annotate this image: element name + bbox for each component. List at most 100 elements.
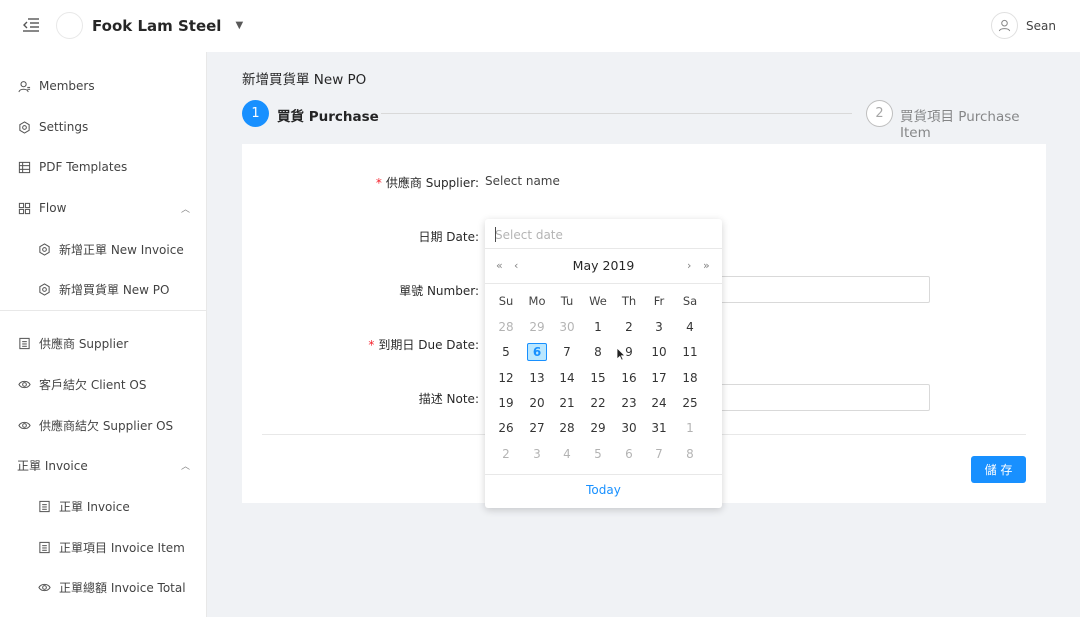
- weekday-header: Sa: [682, 294, 698, 308]
- calendar-day[interactable]: 15: [588, 369, 608, 387]
- sidebar: Members Settings PDF Templates Flow ︿ 新增…: [0, 52, 207, 617]
- sidebar-item-label: 供應商結欠 Supplier OS: [39, 418, 174, 433]
- sidebar-item-label: 新增正單 New Invoice: [59, 242, 184, 257]
- calendar-day[interactable]: 2: [619, 318, 639, 336]
- calendar-day-outside[interactable]: 30: [557, 318, 577, 336]
- sidebar-item-label: 正單 Invoice: [17, 458, 88, 473]
- calendar-day-outside[interactable]: 28: [496, 318, 516, 336]
- supplier-label: * 供應商 Supplier:: [375, 176, 479, 190]
- caret-down-icon: ▼: [235, 20, 244, 31]
- sidebar-item-client-os[interactable]: 客戶結欠 Client OS: [0, 364, 206, 404]
- user-avatar-icon: [991, 12, 1019, 39]
- sidebar-item-label: 正單總額 Invoice Total: [59, 580, 186, 595]
- step-connector: [381, 113, 852, 114]
- sidebar-item-new-invoice[interactable]: 新增正單 New Invoice: [0, 229, 206, 269]
- next-year-icon[interactable]: »: [703, 259, 710, 272]
- sidebar-item-invoice[interactable]: 正單 Invoice: [0, 486, 206, 526]
- sidebar-item-flow[interactable]: Flow ︿: [0, 188, 206, 228]
- calendar-day[interactable]: 21: [557, 394, 577, 412]
- sidebar-item-supplier[interactable]: 供應商 Supplier: [0, 323, 206, 363]
- sidebar-item-label: 客戶結欠 Client OS: [39, 377, 147, 392]
- calendar-day-selected[interactable]: 6: [527, 343, 547, 361]
- calendar-day-outside[interactable]: 6: [619, 445, 639, 463]
- calendar-day-outside[interactable]: 29: [527, 318, 547, 336]
- calendar-day[interactable]: 8: [588, 343, 608, 361]
- sidebar-item-supplier-os[interactable]: 供應商結欠 Supplier OS: [0, 405, 206, 445]
- calendar-day[interactable]: 3: [649, 318, 669, 336]
- step-2-number: 2: [866, 100, 893, 127]
- calendar-day[interactable]: 4: [680, 318, 700, 336]
- step-1-label: 買貨 Purchase: [277, 109, 379, 125]
- sidebar-item-pdf-templates[interactable]: PDF Templates: [0, 147, 206, 187]
- sidebar-item-label: 正單 Invoice: [59, 499, 130, 514]
- calendar-day-outside[interactable]: 1: [680, 419, 700, 437]
- mouse-cursor-icon: [616, 347, 626, 361]
- supplier-select[interactable]: Select name: [485, 174, 560, 188]
- calendar-day[interactable]: 18: [680, 369, 700, 387]
- next-month-icon[interactable]: ›: [687, 259, 691, 272]
- calendar-day[interactable]: 29: [588, 419, 608, 437]
- calendar-day[interactable]: 7: [557, 343, 577, 361]
- today-button[interactable]: Today: [485, 483, 722, 497]
- sidebar-group-invoice[interactable]: 正單 Invoice ︿: [0, 445, 206, 485]
- calendar-day-outside[interactable]: 3: [527, 445, 547, 463]
- calendar-day[interactable]: 22: [588, 394, 608, 412]
- calendar-day[interactable]: 27: [527, 419, 547, 437]
- weekday-header: Fr: [653, 294, 665, 308]
- gear-icon: [37, 242, 51, 256]
- step-2-label: 買貨項目 Purchase Item: [900, 109, 1020, 141]
- sidebar-item-label: PDF Templates: [39, 160, 128, 174]
- calendar-day[interactable]: 10: [649, 343, 669, 361]
- calendar-day[interactable]: 17: [649, 369, 669, 387]
- calendar-day-outside[interactable]: 7: [649, 445, 669, 463]
- sidebar-item-invoice-item[interactable]: 正單項目 Invoice Item: [0, 527, 206, 567]
- calendar-day[interactable]: 28: [557, 419, 577, 437]
- chevron-up-icon: ︿: [180, 204, 190, 215]
- calendar-day[interactable]: 31: [649, 419, 669, 437]
- document-icon: [37, 499, 51, 513]
- gear-icon: [17, 120, 31, 134]
- brand-logo: [56, 12, 83, 39]
- steps: 1 買貨 Purchase 2 買貨項目 Purchase Item: [242, 100, 1046, 141]
- step-1-number: 1: [242, 100, 269, 127]
- calendar-day[interactable]: 25: [680, 394, 700, 412]
- sidebar-item-new-po[interactable]: 新增買貨單 New PO: [0, 269, 206, 309]
- eye-icon: [37, 580, 51, 594]
- calendar-day[interactable]: 23: [619, 394, 639, 412]
- weekday-header: We: [589, 294, 607, 308]
- calendar-day[interactable]: 19: [496, 394, 516, 412]
- calendar-day[interactable]: 11: [680, 343, 700, 361]
- sidebar-item-label: Flow: [39, 201, 67, 215]
- calendar-day[interactable]: 16: [619, 369, 639, 387]
- calendar-day-outside[interactable]: 2: [496, 445, 516, 463]
- calendar-day[interactable]: 5: [496, 343, 516, 361]
- document-icon: [37, 540, 51, 554]
- calendar-day[interactable]: 13: [527, 369, 547, 387]
- calendar-day[interactable]: 30: [619, 419, 639, 437]
- weekday-header: Su: [498, 294, 514, 308]
- calendar-day-outside[interactable]: 4: [557, 445, 577, 463]
- date-input[interactable]: [495, 226, 705, 243]
- eye-icon: [17, 418, 31, 432]
- calendar-day-outside[interactable]: 8: [680, 445, 700, 463]
- gear-icon: [37, 282, 51, 296]
- note-label: 描述 Note:: [418, 392, 479, 406]
- calendar-day[interactable]: 24: [649, 394, 669, 412]
- calendar-day[interactable]: 26: [496, 419, 516, 437]
- date-picker-input-wrap: [485, 219, 722, 249]
- sidebar-item-invoice-total[interactable]: 正單總額 Invoice Total: [0, 567, 206, 607]
- save-button[interactable]: 儲 存: [971, 456, 1026, 483]
- calendar-day[interactable]: 20: [527, 394, 547, 412]
- calendar-day[interactable]: 1: [588, 318, 608, 336]
- menu-fold-icon[interactable]: [22, 16, 40, 34]
- user-menu[interactable]: Sean: [991, 12, 1056, 39]
- brand-switcher[interactable]: Fook Lam Steel ▼: [56, 12, 243, 39]
- calendar-day[interactable]: 14: [557, 369, 577, 387]
- sidebar-item-label: Members: [39, 79, 95, 93]
- calendar-day-outside[interactable]: 5: [588, 445, 608, 463]
- calendar-day[interactable]: 12: [496, 369, 516, 387]
- sidebar-item-settings[interactable]: Settings: [0, 107, 206, 147]
- text-caret: [495, 227, 496, 242]
- required-mark: *: [368, 338, 375, 352]
- sidebar-item-members[interactable]: Members: [0, 66, 206, 106]
